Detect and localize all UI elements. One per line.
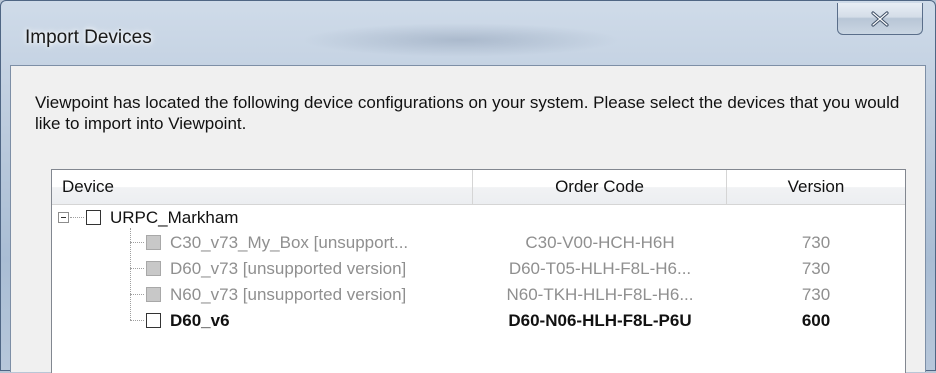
device-name: D60_v73 [unsupported version] (170, 259, 407, 278)
device-name: D60_v6 (170, 311, 230, 330)
title-glow (301, 23, 621, 57)
window-title: Import Devices (25, 27, 152, 48)
order-code: N60-TKH-HLH-F8L-H6... (506, 285, 694, 304)
close-button[interactable] (837, 3, 923, 35)
order-code: D60-N06-HLH-F8L-P6U (508, 311, 692, 330)
title-bar[interactable]: Import Devices (1, 1, 935, 65)
version: 730 (801, 259, 831, 278)
device-checkbox[interactable] (146, 313, 161, 328)
device-checkbox (146, 287, 161, 302)
order-code: D60-T05-HLH-F8L-H6... (508, 259, 692, 278)
table-row[interactable]: D60_v73 [unsupported version] D60-T05-HL… (52, 256, 905, 282)
list-header: Device Order Code Version (52, 170, 905, 205)
column-header-order-code[interactable]: Order Code (473, 170, 727, 204)
version: 730 (801, 285, 831, 304)
table-row[interactable]: C30_v73_My_Box [unsupport... C30-V00-HCH… (52, 230, 905, 256)
device-list[interactable]: Device Order Code Version URPC_Markham C… (51, 169, 906, 373)
device-checkbox (146, 261, 161, 276)
version: 730 (801, 233, 831, 252)
intro-text: Viewpoint has located the following devi… (35, 93, 900, 133)
table-row[interactable]: N60_v73 [unsupported version] N60-TKH-HL… (52, 282, 905, 308)
column-header-version[interactable]: Version (727, 170, 905, 204)
close-icon (871, 10, 889, 27)
collapse-icon[interactable] (58, 212, 69, 223)
device-name: URPC_Markham (110, 208, 239, 227)
import-devices-window: Import Devices Viewpoint has located the… (0, 0, 936, 373)
version: 600 (801, 311, 831, 330)
order-code: C30-V00-HCH-H6H (525, 233, 675, 252)
device-name: N60_v73 [unsupported version] (170, 285, 407, 304)
device-name: C30_v73_My_Box [unsupport... (170, 233, 409, 252)
root-checkbox[interactable] (86, 210, 101, 225)
table-row[interactable]: D60_v6 D60-N06-HLH-F8L-P6U 600 (52, 308, 905, 334)
dialog-client-area: Viewpoint has located the following devi… (10, 65, 926, 373)
column-header-device[interactable]: Device (52, 170, 473, 204)
device-checkbox (146, 235, 161, 250)
tree-row-root[interactable]: URPC_Markham (52, 205, 905, 231)
